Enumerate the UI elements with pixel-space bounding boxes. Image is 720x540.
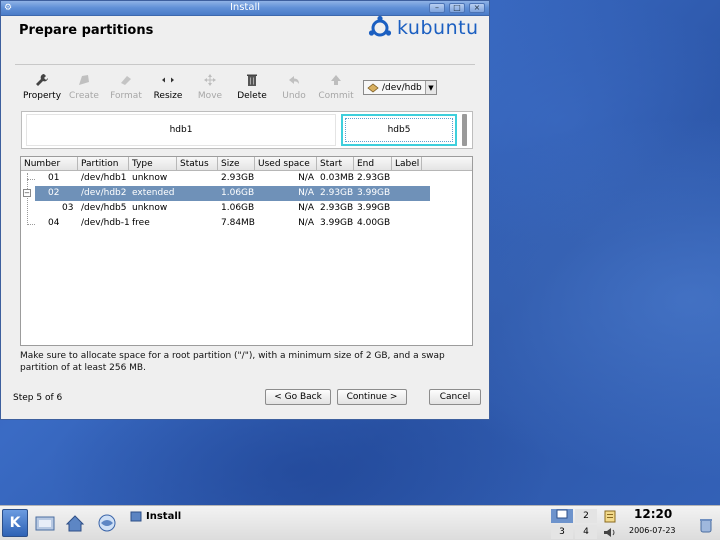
go-back-button[interactable]: < Go Back (265, 389, 331, 405)
trash-applet-icon[interactable] (698, 517, 714, 533)
commit-button[interactable]: Commit (315, 71, 357, 101)
desktop-pager-1[interactable] (551, 509, 573, 523)
wrench-icon (21, 71, 63, 89)
desktop-pager-4[interactable]: 4 (575, 525, 597, 539)
partition-toolbar: Property Create Format Resize Move Delet… (21, 71, 357, 105)
desktop-pager-3[interactable]: 3 (551, 525, 573, 539)
table-header: Number Partition Type Status Size Used s… (21, 157, 472, 171)
partition-table: Number Partition Type Status Size Used s… (20, 156, 473, 346)
k-menu-button[interactable]: K (2, 509, 28, 537)
trash-icon (231, 71, 273, 89)
column-header-partition[interactable]: Partition (78, 157, 129, 170)
property-button[interactable]: Property (21, 71, 63, 101)
file-manager-icon[interactable] (34, 513, 56, 533)
format-button[interactable]: Format (105, 71, 147, 101)
clipboard-icon[interactable] (603, 510, 617, 523)
table-row[interactable]: 04 /dev/hdb-1 free 7.84MB N/A 3.99GB 4.0… (21, 216, 472, 231)
home-folder-icon[interactable] (64, 513, 86, 533)
resize-arrows-icon (147, 71, 189, 89)
maximize-icon[interactable]: □ (449, 3, 465, 13)
logo-text: kubuntu (397, 17, 479, 39)
create-button[interactable]: Create (63, 71, 105, 101)
step-indicator: Step 5 of 6 (13, 393, 63, 403)
column-header-end[interactable]: End (354, 157, 392, 170)
eraser-icon (105, 71, 147, 89)
continue-button[interactable]: Continue > (337, 389, 407, 405)
desktop-pager-2[interactable]: 2 (575, 509, 597, 523)
device-select[interactable]: /dev/hdb ▼ (363, 80, 437, 95)
table-row[interactable]: 03 /dev/hdb5 unknow 1.06GB N/A 2.93GB 3.… (21, 201, 472, 216)
partition-segment-hdb5[interactable]: hdb5 (341, 114, 457, 146)
column-header-number[interactable]: Number (21, 157, 78, 170)
column-header-status[interactable]: Status (177, 157, 218, 170)
undo-button[interactable]: Undo (273, 71, 315, 101)
column-header-label[interactable]: Label (392, 157, 422, 170)
installer-window: ⚙ Install – □ × Prepare partitions kubun… (0, 0, 490, 420)
partition-bar-scrollbar[interactable] (462, 114, 467, 146)
column-header-used-space[interactable]: Used space (255, 157, 317, 170)
chevron-down-icon[interactable]: ▼ (425, 81, 436, 94)
clock-date: 2006-07-23 (629, 526, 676, 535)
commit-icon (315, 71, 357, 89)
column-header-start[interactable]: Start (317, 157, 354, 170)
taskbar: K Install 2 3 4 (0, 505, 720, 540)
move-arrows-icon (189, 71, 231, 89)
undo-icon (273, 71, 315, 89)
create-icon (63, 71, 105, 89)
partition-segment-hdb1[interactable]: hdb1 (26, 114, 336, 146)
partition-hint-text: Make sure to allocate space for a root p… (20, 351, 445, 373)
web-browser-icon[interactable] (96, 513, 118, 533)
column-header-size[interactable]: Size (218, 157, 255, 170)
close-icon[interactable]: × (469, 3, 485, 13)
page-title: Prepare partitions (19, 23, 154, 38)
kubuntu-logo: kubuntu (367, 15, 479, 41)
delete-button[interactable]: Delete (231, 71, 273, 101)
column-header-type[interactable]: Type (129, 157, 177, 170)
clock-time[interactable]: 12:20 (634, 507, 672, 521)
window-titlebar[interactable]: ⚙ Install – □ × (1, 1, 489, 16)
hard-disk-icon (367, 82, 379, 93)
desktop-1-icon (556, 509, 568, 519)
kubuntu-logo-icon (368, 15, 392, 37)
table-row-selected[interactable]: − 02 /dev/hdb2 extended 1.06GB N/A 2.93G… (21, 186, 472, 201)
table-row[interactable]: 01 /dev/hdb1 unknow 2.93GB N/A 0.03MB 2.… (21, 171, 472, 186)
move-button[interactable]: Move (189, 71, 231, 101)
resize-button[interactable]: Resize (147, 71, 189, 101)
taskbar-task-install[interactable]: Install (130, 511, 181, 522)
window-title: Install (229, 2, 261, 13)
header-divider (15, 64, 475, 65)
device-select-value: /dev/hdb (382, 82, 422, 93)
minimize-icon[interactable]: – (429, 3, 445, 13)
cancel-button[interactable]: Cancel (429, 389, 481, 405)
install-app-icon (130, 511, 142, 522)
partition-bar: hdb1 hdb5 (21, 111, 473, 149)
volume-icon[interactable] (603, 526, 617, 539)
